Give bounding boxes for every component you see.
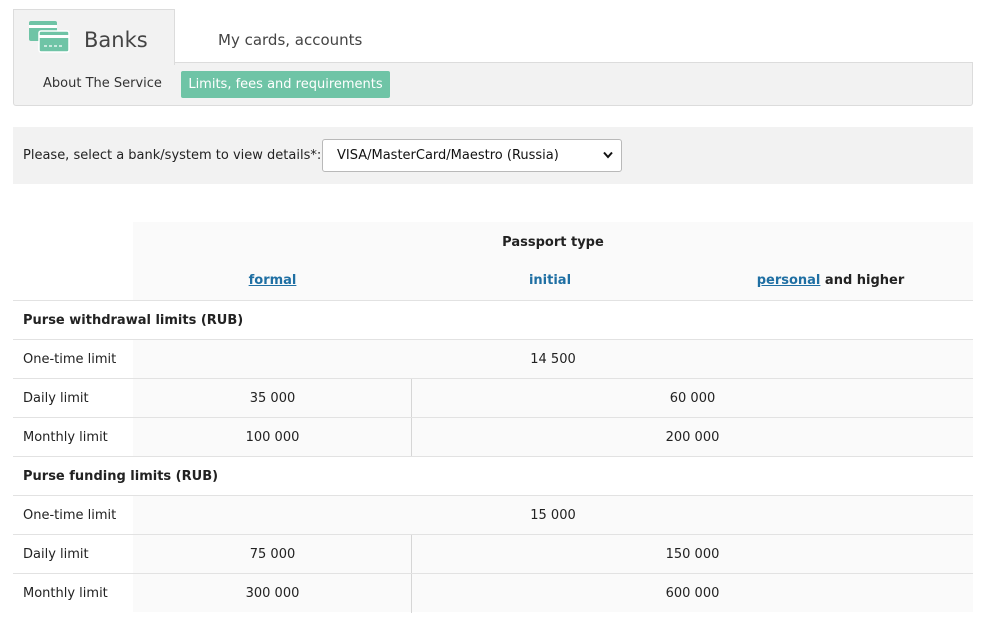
table-row: Monthly limit 300 000 600 000 (13, 573, 973, 613)
row-label: Daily limit (23, 391, 89, 406)
bank-selector-row: Please, select a bank/system to view det… (13, 127, 973, 184)
section-title: Purse withdrawal limits (RUB) (23, 313, 244, 328)
table-row: One-time limit 15 000 (13, 495, 973, 534)
row-label: Daily limit (23, 547, 89, 562)
personal-link[interactable]: personal (757, 273, 821, 288)
row-value-rest: 150 000 (665, 547, 720, 562)
tab-banks[interactable]: Banks (13, 9, 175, 65)
subnav-limits-fees[interactable]: Limits, fees and requirements (181, 71, 390, 98)
initial-link[interactable]: initial (529, 273, 571, 288)
column-personal: personal and higher (688, 273, 973, 288)
row-value-rest: 60 000 (669, 391, 716, 406)
section-header-funding: Purse funding limits (RUB) (13, 456, 973, 495)
passport-type-heading: Passport type (502, 235, 604, 250)
column-initial: initial (412, 273, 688, 288)
table-header-bg (133, 222, 973, 300)
row-label: Monthly limit (23, 430, 108, 445)
top-tabs: Banks My cards, accounts (13, 9, 973, 65)
tab-my-cards[interactable]: My cards, accounts (218, 31, 362, 49)
row-value-formal: 300 000 (245, 586, 300, 601)
section-header-withdrawal: Purse withdrawal limits (RUB) (13, 300, 973, 339)
table-row: Monthly limit 100 000 200 000 (13, 417, 973, 457)
section-title: Purse funding limits (RUB) (23, 469, 219, 484)
bank-selector-label: Please, select a bank/system to view det… (23, 148, 322, 163)
row-value-all: 15 000 (530, 508, 576, 523)
formal-link[interactable]: formal (249, 273, 297, 288)
row-label: One-time limit (23, 352, 117, 367)
table-row: One-time limit 14 500 (13, 339, 973, 378)
row-label: Monthly limit (23, 586, 108, 601)
bank-select-value: VISA/MasterCard/Maestro (Russia) (337, 148, 559, 163)
row-value-formal: 75 000 (249, 547, 296, 562)
column-formal: formal (133, 273, 412, 288)
table-row: Daily limit 75 000 150 000 (13, 534, 973, 574)
bank-select[interactable]: VISA/MasterCard/Maestro (Russia) (322, 139, 622, 172)
row-value-rest: 600 000 (665, 586, 720, 601)
personal-suffix: and higher (820, 273, 905, 288)
sub-navigation: About The Service Limits, fees and requi… (13, 62, 973, 106)
row-value-formal: 100 000 (245, 430, 300, 445)
chevron-down-icon (603, 151, 613, 159)
subnav-about-service[interactable]: About The Service (43, 76, 162, 91)
row-value-all: 14 500 (530, 352, 576, 367)
row-label: One-time limit (23, 508, 117, 523)
tab-banks-label: Banks (84, 28, 148, 52)
row-value-rest: 200 000 (665, 430, 720, 445)
row-value-formal: 35 000 (249, 391, 296, 406)
cards-icon (29, 21, 70, 53)
table-row: Daily limit 35 000 60 000 (13, 378, 973, 418)
